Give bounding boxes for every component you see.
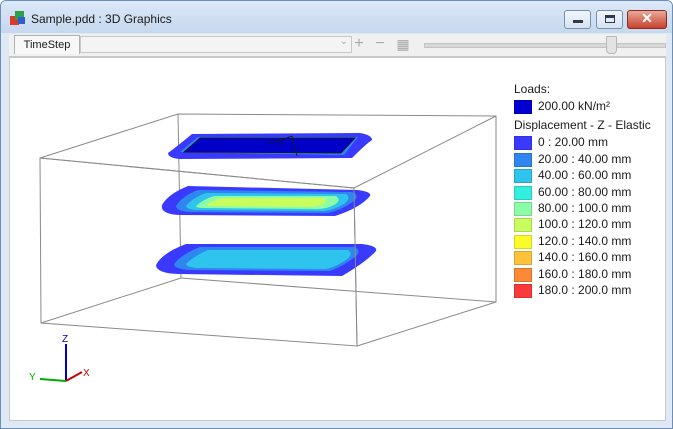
legend-item-label: 140.0 : 160.0 mm [538,250,632,265]
legend: Loads: 200.00 kN/m² Displacement - Z - E… [514,82,672,299]
title-bar[interactable]: Sample.pdd : 3D Graphics ✕ [1,1,672,33]
minus-icon[interactable]: − [371,35,389,53]
legend-item-label: 40.00 : 60.00 mm [538,168,632,183]
legend-swatch [514,201,532,216]
legend-load-item: 200.00 kN/m² [514,99,672,115]
maximize-button[interactable] [596,10,623,29]
maximize-icon [605,15,615,23]
legend-item: 140.0 : 160.0 mm [514,250,672,266]
3d-viewport[interactable]: Z X Y Loads: 200.00 kN/m² Displacement -… [9,57,666,421]
tab-timestep[interactable]: TimeStep [14,35,80,54]
legend-load-label: 200.00 kN/m² [538,99,611,113]
axis-x-label: X [83,368,90,379]
legend-item-label: 120.0 : 140.0 mm [538,233,632,248]
slab-middle[interactable] [161,186,371,216]
legend-swatch [514,185,532,200]
legend-item: 80.00 : 100.0 mm [514,200,672,217]
legend-item: 60.00 : 80.00 mm [514,184,672,201]
legend-item: 40.00 : 60.00 mm [514,168,672,184]
timestep-slider-thumb[interactable] [606,36,618,54]
legend-swatch [514,152,532,167]
load-swatch [514,100,532,114]
minimize-icon [573,20,583,23]
legend-swatch [514,169,532,184]
axis-z-label: Z [62,334,68,345]
legend-item: 180.0 : 200.0 mm [514,282,672,299]
legend-item: 20.00 : 40.00 mm [514,151,672,168]
legend-item-label: 60.00 : 80.00 mm [538,184,632,199]
minimize-button[interactable] [564,10,591,29]
axis-y-label: Y [29,372,36,383]
legend-swatch [514,234,532,249]
legend-displacement-items: 0 : 20.00 mm 20.00 : 40.00 mm 40.00 : 60.0… [514,135,672,299]
legend-item-label: 0 : 20.00 mm [538,135,609,150]
legend-item-label: 20.00 : 40.00 mm [538,151,632,166]
legend-loads-title: Loads: [514,82,551,96]
film-strip-icon[interactable]: ▦ [394,35,412,53]
legend-item-label: 100.0 : 120.0 mm [538,217,632,232]
legend-swatch [514,136,532,151]
close-button[interactable]: ✕ [627,10,667,29]
legend-swatch [514,251,532,266]
legend-swatch [514,218,532,233]
legend-item-label: 180.0 : 200.0 mm [538,282,632,297]
close-icon: ✕ [641,10,653,26]
legend-item-label: 80.00 : 100.0 mm [538,200,632,215]
legend-item-label: 160.0 : 180.0 mm [538,266,632,281]
timestep-select[interactable]: ⌄ [80,36,352,53]
legend-swatch [514,267,532,282]
axis-triad: Z X Y [29,334,90,383]
legend-item: 0 : 20.00 mm [514,135,672,151]
legend-item: 100.0 : 120.0 mm [514,217,672,233]
slab-top[interactable] [168,133,372,159]
app-icon [10,11,25,25]
legend-displacement-title: Displacement - Z - Elastic [514,118,651,133]
legend-swatch [514,283,532,298]
plus-icon[interactable]: + [350,35,368,53]
legend-item: 160.0 : 180.0 mm [514,266,672,283]
toolbar: TimeStep ⌄ + − ▦ [9,34,666,57]
slab-bottom[interactable] [156,244,377,276]
chevron-down-icon[interactable]: ⌄ [340,36,348,47]
graphics-window: Sample.pdd : 3D Graphics ✕ TimeStep ⌄ + … [0,0,673,429]
window-title: Sample.pdd : 3D Graphics [31,12,172,26]
legend-item: 120.0 : 140.0 mm [514,233,672,250]
timestep-slider[interactable] [424,43,666,48]
